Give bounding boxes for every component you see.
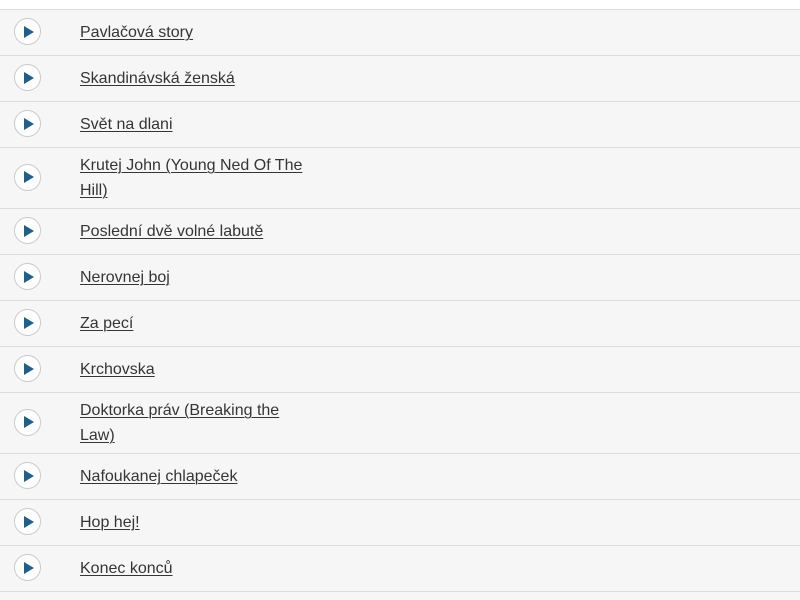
play-button[interactable] (14, 110, 41, 137)
track-list-page: Pavlačová story Skandinávská ženská Svět… (0, 0, 800, 600)
play-button[interactable] (14, 355, 41, 382)
play-button[interactable] (14, 554, 41, 581)
play-button[interactable] (14, 462, 41, 489)
play-button[interactable] (14, 408, 41, 436)
track-list: Pavlačová story Skandinávská ženská Svět… (0, 10, 800, 592)
track-title-link[interactable]: Nafoukanej chlapeček (80, 464, 310, 489)
track-row: Skandinávská ženská (0, 56, 800, 102)
play-icon (24, 316, 34, 329)
track-title-link[interactable]: Nerovnej boj (80, 265, 310, 290)
play-button[interactable] (14, 263, 41, 290)
track-row: Doktorka práv (Breaking the Law) (0, 393, 800, 454)
play-button[interactable] (14, 18, 41, 45)
play-icon (24, 416, 34, 428)
track-title-link[interactable]: Konec konců (80, 556, 310, 581)
play-icon (24, 71, 34, 84)
play-icon (24, 515, 34, 528)
play-button[interactable] (14, 309, 41, 336)
play-button[interactable] (14, 163, 41, 191)
track-row: Hop hej! (0, 500, 800, 546)
track-title-link[interactable]: Skandinávská ženská (80, 66, 310, 91)
play-button[interactable] (14, 508, 41, 535)
play-icon (24, 362, 34, 375)
track-title-link[interactable]: Svět na dlani (80, 112, 310, 137)
track-row: Krutej John (Young Ned Of The Hill) (0, 148, 800, 209)
track-row: Nafoukanej chlapeček (0, 454, 800, 500)
track-row: Za pecí (0, 301, 800, 347)
track-title-link[interactable]: Doktorka práv (Breaking the Law) (80, 398, 310, 448)
track-row: Konec konců (0, 546, 800, 592)
play-icon (24, 117, 34, 130)
play-icon (24, 224, 34, 237)
play-button[interactable] (14, 64, 41, 91)
play-icon (24, 469, 34, 482)
top-strip (0, 0, 800, 10)
track-title-link[interactable]: Krutej John (Young Ned Of The Hill) (80, 153, 310, 203)
play-icon (24, 25, 34, 38)
track-row: Poslední dvě volné labutě (0, 209, 800, 255)
track-row: Svět na dlani (0, 102, 800, 148)
track-row: Krchovska (0, 347, 800, 393)
track-title-link[interactable]: Poslední dvě volné labutě (80, 219, 310, 244)
play-icon (24, 561, 34, 574)
play-button[interactable] (14, 217, 41, 244)
track-row: Pavlačová story (0, 10, 800, 56)
play-icon (24, 171, 34, 183)
play-icon (24, 270, 34, 283)
track-title-link[interactable]: Pavlačová story (80, 20, 310, 45)
track-title-link[interactable]: Za pecí (80, 311, 310, 336)
track-title-link[interactable]: Hop hej! (80, 510, 310, 535)
track-row: Nerovnej boj (0, 255, 800, 301)
track-title-link[interactable]: Krchovska (80, 357, 310, 382)
